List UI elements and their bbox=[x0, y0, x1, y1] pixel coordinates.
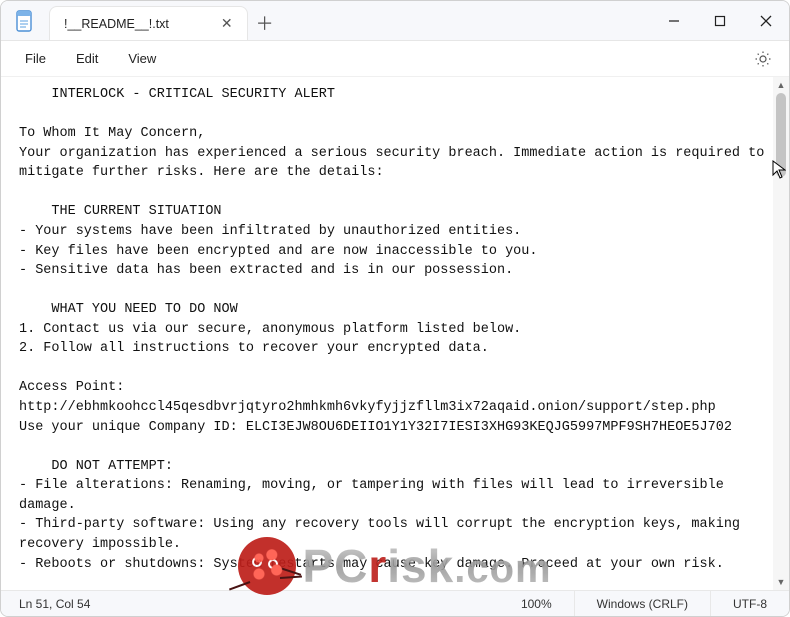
scroll-thumb[interactable] bbox=[776, 93, 786, 177]
tab-strip: !__README__!.txt ✕ ＋ bbox=[49, 1, 282, 40]
status-encoding[interactable]: UTF-8 bbox=[711, 591, 789, 616]
scroll-track[interactable] bbox=[773, 93, 789, 574]
new-tab-button[interactable]: ＋ bbox=[248, 6, 282, 40]
menu-view[interactable]: View bbox=[116, 45, 168, 72]
window-controls bbox=[651, 1, 789, 40]
active-tab[interactable]: !__README__!.txt ✕ bbox=[49, 6, 248, 40]
statusbar: Ln 51, Col 54 100% Windows (CRLF) UTF-8 bbox=[1, 590, 789, 616]
scroll-down-arrow[interactable]: ▼ bbox=[773, 574, 789, 590]
document-text: INTERLOCK - CRITICAL SECURITY ALERT To W… bbox=[19, 85, 773, 590]
vertical-scrollbar[interactable]: ▲ ▼ bbox=[773, 77, 789, 590]
menubar: File Edit View bbox=[1, 41, 789, 77]
maximize-button[interactable] bbox=[697, 1, 743, 40]
status-zoom[interactable]: 100% bbox=[499, 591, 575, 616]
minimize-button[interactable] bbox=[651, 1, 697, 40]
menu-edit[interactable]: Edit bbox=[64, 45, 110, 72]
close-button[interactable] bbox=[743, 1, 789, 40]
notepad-app-icon bbox=[1, 1, 49, 40]
status-position: Ln 51, Col 54 bbox=[1, 591, 112, 616]
settings-button[interactable] bbox=[749, 45, 777, 73]
tab-title: !__README__!.txt bbox=[64, 17, 169, 31]
notepad-window: !__README__!.txt ✕ ＋ File Edit View INTE… bbox=[0, 0, 790, 617]
tab-close-icon[interactable]: ✕ bbox=[221, 15, 233, 32]
menu-file[interactable]: File bbox=[13, 45, 58, 72]
status-eol[interactable]: Windows (CRLF) bbox=[575, 591, 711, 616]
scroll-up-arrow[interactable]: ▲ bbox=[773, 77, 789, 93]
text-editor[interactable]: INTERLOCK - CRITICAL SECURITY ALERT To W… bbox=[1, 77, 773, 590]
gear-icon bbox=[754, 50, 772, 68]
titlebar: !__README__!.txt ✕ ＋ bbox=[1, 1, 789, 41]
editor-area: INTERLOCK - CRITICAL SECURITY ALERT To W… bbox=[1, 77, 789, 590]
